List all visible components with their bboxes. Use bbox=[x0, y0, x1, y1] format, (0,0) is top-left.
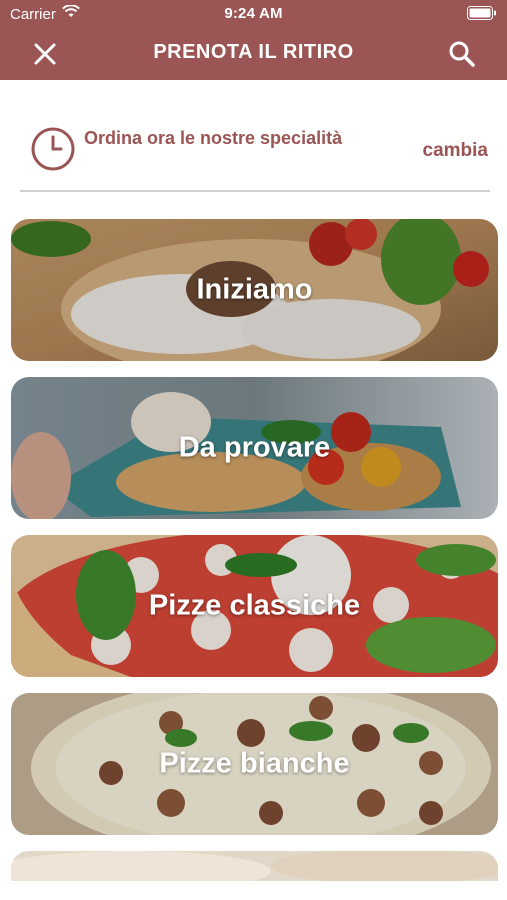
order-info-text: Ordina ora le nostre specialità bbox=[84, 128, 343, 148]
category-card-pizze-bianche[interactable]: Pizze bianche bbox=[11, 693, 498, 835]
clock-icon bbox=[31, 127, 75, 171]
category-label-pizze-bianche: Pizze bianche bbox=[159, 747, 350, 780]
navigation-bar: PRENOTA IL RITIRO bbox=[0, 28, 507, 80]
category-card-partial[interactable] bbox=[11, 851, 498, 881]
category-label-iniziamo: Iniziamo bbox=[196, 273, 313, 306]
search-icon bbox=[449, 41, 475, 67]
status-time: 9:24 AM bbox=[224, 5, 283, 22]
category-image-partial bbox=[11, 851, 498, 881]
order-info-row: Ordina ora le nostre specialità cambia bbox=[20, 112, 490, 192]
app-header: Carrier 9:24 AM PRENOTA IL RITIRO bbox=[0, 0, 507, 80]
battery-icon bbox=[467, 6, 497, 20]
search-button[interactable] bbox=[445, 38, 479, 70]
category-card-da-provare[interactable]: Da provare bbox=[11, 377, 498, 519]
status-bar: Carrier 9:24 AM bbox=[0, 0, 507, 28]
page-title: PRENOTA IL RITIRO bbox=[153, 41, 354, 63]
category-label-da-provare: Da provare bbox=[178, 431, 331, 464]
category-label-pizze-classiche: Pizze classiche bbox=[148, 589, 361, 622]
category-card-pizze-classiche[interactable]: Pizze classiche bbox=[11, 535, 498, 677]
category-card-iniziamo[interactable]: Iniziamo bbox=[11, 219, 498, 361]
divider bbox=[20, 190, 490, 192]
change-button[interactable]: cambia bbox=[423, 140, 488, 162]
